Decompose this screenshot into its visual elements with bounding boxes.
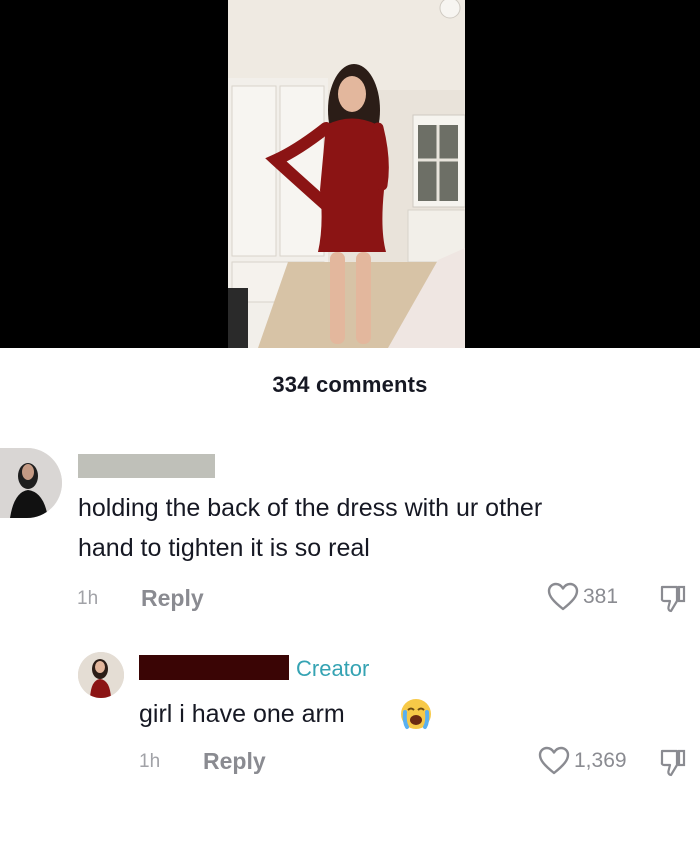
dislike-button[interactable] [660, 749, 686, 782]
redacted-username [78, 454, 215, 478]
heart-outline-icon [538, 746, 570, 775]
like-count: 381 [583, 585, 619, 608]
dislike-button[interactable] [660, 585, 686, 618]
video-player[interactable] [0, 0, 700, 348]
comment-text: girl i have one arm [139, 700, 345, 728]
reply-button[interactable]: Reply [203, 748, 266, 775]
comment-text-line-1: holding the back of the dress with ur ot… [78, 494, 543, 522]
like-button[interactable]: 1,369 [538, 746, 627, 776]
comments-count: 334 comments [272, 372, 428, 397]
like-button[interactable]: 381 [547, 582, 618, 612]
redacted-username [139, 655, 289, 680]
avatar-image [0, 448, 62, 518]
heart-outline-icon [547, 582, 579, 611]
video-scene [228, 0, 465, 348]
avatar-image [78, 652, 124, 698]
like-count: 1,369 [574, 749, 627, 772]
thumbs-down-icon [660, 585, 686, 613]
comment-time: 1h [77, 588, 99, 609]
creator-badge: Creator [296, 656, 370, 681]
reply-button[interactable]: Reply [141, 585, 204, 612]
comment-text-line-2: hand to tighten it is so real [78, 534, 370, 562]
thumbs-down-icon [660, 749, 686, 777]
commenter-avatar[interactable] [0, 448, 62, 518]
comment-time: 1h [139, 751, 161, 772]
creator-avatar[interactable] [78, 652, 124, 698]
loudly-crying-face-icon [400, 698, 432, 735]
video-thumbnail[interactable] [228, 0, 465, 348]
